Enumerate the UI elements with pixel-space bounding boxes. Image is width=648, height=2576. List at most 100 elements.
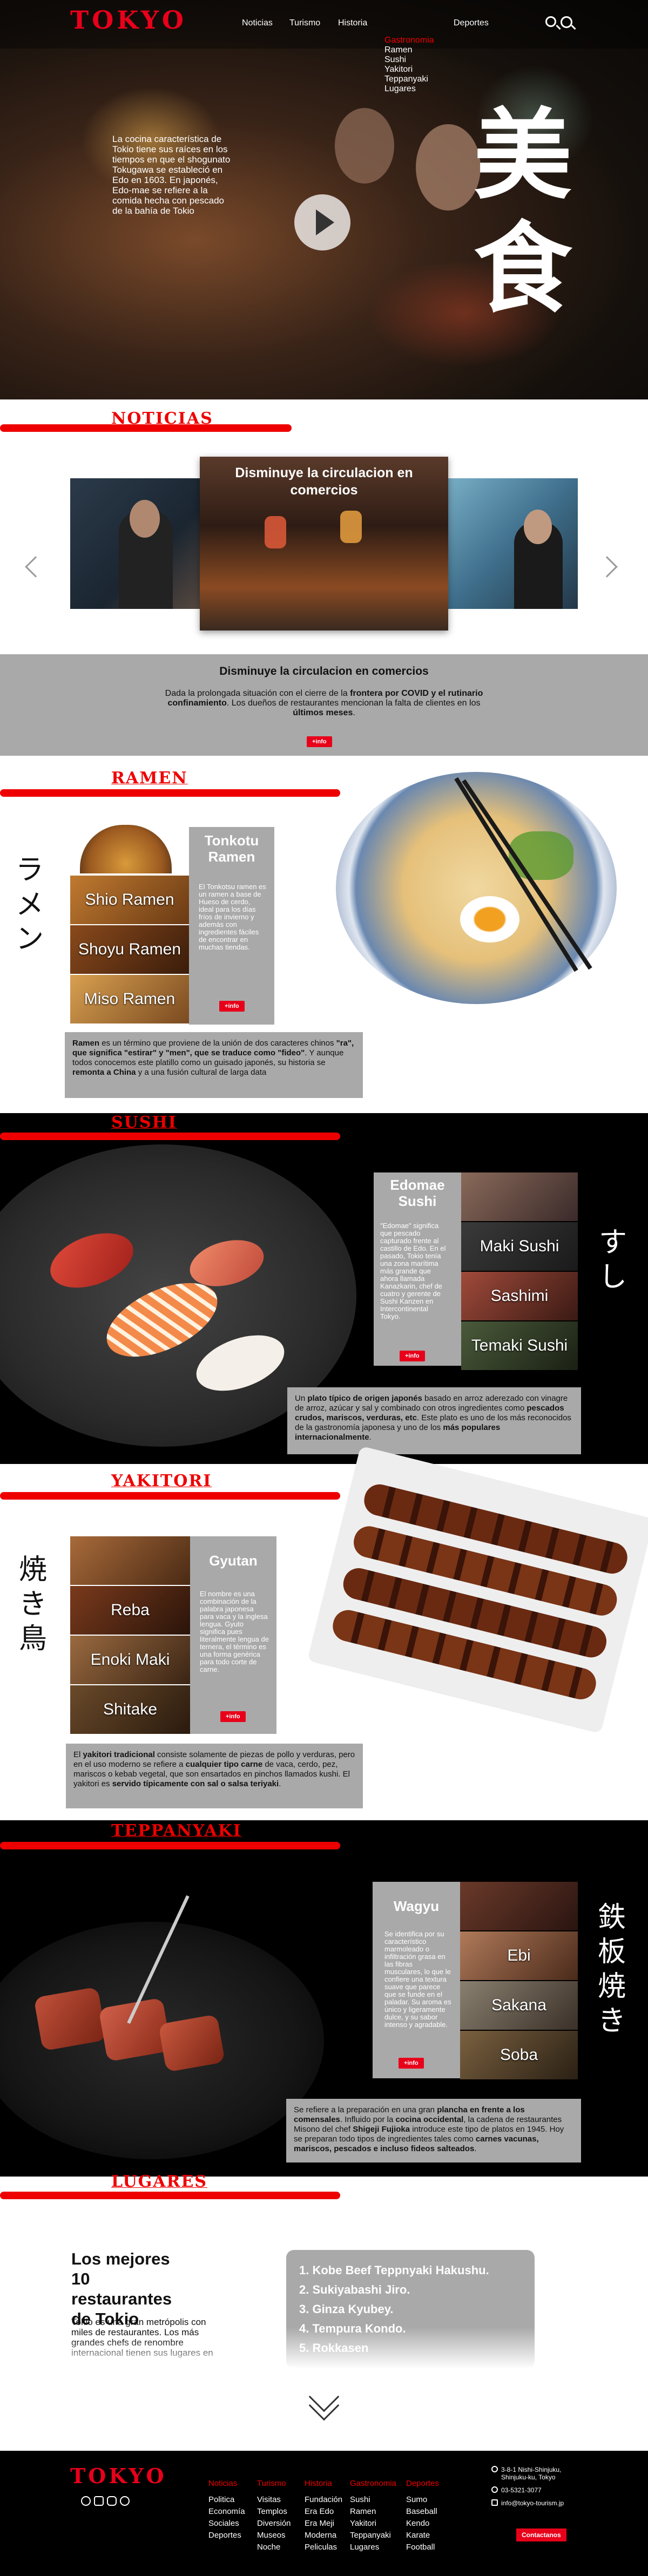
nav-noticias[interactable]: Noticias [242,18,273,28]
list-item[interactable]: 1. Kobe Beef Teppnyaki Hakushu. [299,2261,489,2280]
nav-turismo[interactable]: Turismo [289,18,320,28]
nav-historia[interactable]: Historia [338,18,367,28]
footer-link[interactable]: Noche [257,2541,291,2553]
instagram-icon[interactable] [107,2496,117,2506]
list-item[interactable]: 4. Tempura Kondo. [299,2319,489,2338]
footer-link[interactable]: Lugares [350,2541,396,2553]
scallions-shape [509,831,573,880]
nav-deportes[interactable]: Deportes [454,18,489,28]
list-item[interactable]: 5. Rokkasen [299,2338,489,2358]
footer-link[interactable]: Museos [257,2530,291,2541]
footer-column: Deportes Sumo Baseball Kendo Karate Football [406,2478,439,2553]
search-icon[interactable] [561,16,572,28]
footer-link[interactable]: Deportes [208,2530,245,2541]
footer-logo[interactable]: TOKYO [70,2464,167,2488]
youtube-icon[interactable] [94,2496,104,2506]
menu-item-sushi[interactable]: Sushi [384,55,434,65]
side-panel-title: Edomae Sushi [390,1177,445,1209]
footer-link[interactable]: Teppanyaki [350,2530,396,2541]
ramen-kanji: ラメン [15,854,44,955]
tile-shitake[interactable]: Shitake [70,1685,190,1734]
footer-link[interactable]: Peliculas [305,2541,342,2553]
footer-link[interactable]: Fundación [305,2494,342,2506]
tile-temaki-sushi[interactable]: Temaki Sushi [461,1321,578,1370]
more-info-button[interactable]: +info [400,1351,425,1361]
footer-link[interactable]: Templos [257,2506,291,2518]
footer-link[interactable]: Era Edo [305,2506,342,2518]
carousel-next-arrow[interactable] [596,556,618,578]
desc-text: Se refiere a la preparación en una gran … [294,2105,564,2153]
footer-link[interactable]: Yakitori [350,2518,396,2530]
email-icon [491,2499,498,2506]
sushi-kanji: すし [598,1226,627,1293]
footer-link[interactable]: Kendo [406,2518,439,2530]
tile-shoyu-ramen[interactable]: Shoyu Ramen [70,925,189,974]
menu-item-ramen[interactable]: Ramen [384,45,434,55]
section-title-noticias: NOTICIAS [111,409,213,428]
tile-reba[interactable]: Reba [70,1586,190,1635]
footer-link[interactable]: Sushi [350,2494,396,2506]
menu-title-gastronomia[interactable]: Gastronomia [384,36,434,45]
list-item[interactable]: 2. Sukiyabashi Jiro. [299,2280,489,2300]
footer-link[interactable]: Era Meji [305,2518,342,2530]
more-info-button[interactable]: +info [220,1711,246,1722]
tile-enoki-maki[interactable]: Enoki Maki [70,1636,190,1684]
footer-column-heading[interactable]: Turismo [257,2478,291,2490]
address: 3-8-1 Nishi-Shinjuku, Shinjuku-ku, Tokyo [501,2466,562,2481]
more-info-button[interactable]: +info [307,736,332,747]
carousel-prev-arrow[interactable] [25,556,46,578]
ramen-bowl-image [80,825,172,873]
site-logo[interactable]: TOKYO [70,5,187,35]
contact-button[interactable]: Contactanos [516,2528,566,2541]
tile-sakana[interactable]: Sakana [460,1981,578,2030]
list-item[interactable]: 3. Ginza Kyubey. [299,2300,489,2319]
restaurant-list: 1. Kobe Beef Teppnyaki Hakushu. 2. Sukiy… [299,2261,489,2358]
tile-maki-sushi[interactable]: Maki Sushi [461,1222,578,1271]
side-panel-text: "Edomae" significa que pescado capturado… [380,1222,446,1320]
tile-soba[interactable]: Soba [460,2031,578,2079]
menu-item-lugares[interactable]: Lugares [384,84,434,94]
more-info-button[interactable]: +info [399,2058,424,2069]
tile-sashimi[interactable]: Sashimi [461,1272,578,1320]
footer-column-heading[interactable]: Historia [305,2478,342,2490]
footer-column-heading[interactable]: Deportes [406,2478,439,2490]
news-card-side[interactable] [70,478,205,609]
facebook-icon[interactable] [81,2496,91,2506]
desc-text: El yakitori tradicional consiste solamen… [73,1750,355,1788]
person-shape [130,500,160,538]
footer-link[interactable]: Diversión [257,2518,291,2530]
news-card-main[interactable]: Disminuye la circulacion en comercios [200,457,448,631]
side-panel-text: El Tonkotsu ramen es un ramen a base de … [199,883,266,951]
footer-link[interactable]: Moderna [305,2530,342,2541]
tile-miso-ramen[interactable]: Miso Ramen [70,975,189,1023]
footer-column-heading[interactable]: Gastronomia [350,2478,396,2490]
footer-link[interactable]: Sociales [208,2518,245,2530]
footer-link[interactable]: Football [406,2541,439,2553]
play-video-button[interactable] [294,194,350,250]
footer-link[interactable]: Karate [406,2530,439,2541]
footer-link[interactable]: Sumo [406,2494,439,2506]
lantern-shape [340,511,362,543]
footer-link[interactable]: Baseball [406,2506,439,2518]
tile-shio-ramen[interactable]: Shio Ramen [70,876,189,924]
news-card-side[interactable] [444,478,578,609]
yakitori-side-panel: Gyutan El nombre es una combinación de l… [190,1536,276,1734]
menu-item-teppanyaki[interactable]: Teppanyaki [384,74,434,84]
more-info-button[interactable]: +info [219,1001,245,1012]
footer-link[interactable]: Politica [208,2494,245,2506]
menu-item-yakitori[interactable]: Yakitori [384,65,434,74]
twitter-icon[interactable] [120,2496,130,2506]
email[interactable]: info@tokyo-tourism.jp [501,2499,564,2507]
footer-link[interactable]: Economía [208,2506,245,2518]
tile-ebi[interactable]: Ebi [460,1931,578,1980]
desc-text: Un plato típico de origen japonés basado… [295,1394,571,1442]
lantern-shape [265,516,286,548]
search-icon[interactable] [545,16,556,27]
teppanyaki-side-panel: Wagyu Se identifica por su característic… [373,1882,460,2078]
yakitori-plate-photo [307,1446,648,1734]
footer-link[interactable]: Visitas [257,2494,291,2506]
footer-column-heading[interactable]: Noticias [208,2478,245,2490]
footer-link[interactable]: Ramen [350,2506,396,2518]
scroll-down-icon[interactable] [308,2381,340,2421]
hero-person [335,108,394,184]
